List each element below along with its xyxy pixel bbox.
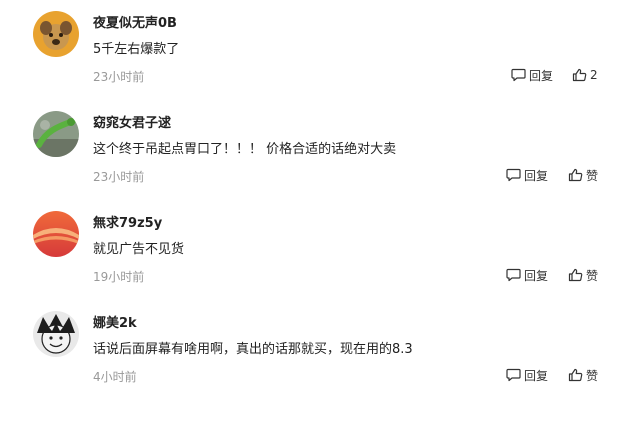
- timestamp: 23小时前: [93, 70, 145, 84]
- comment-item: 夜夏似无声0B 5千左右爆款了 23小时前 回复 2: [0, 2, 641, 102]
- reply-button[interactable]: 回复: [506, 266, 548, 284]
- reply-button[interactable]: 回复: [506, 366, 548, 384]
- like-button[interactable]: 赞: [568, 366, 598, 384]
- reply-label: 回复: [524, 368, 549, 383]
- comment-item: 娜美2k 话说后面屏幕有啥用啊，真出的话那就买，现在用的8.3 4小时前 回复 …: [0, 302, 641, 402]
- thumbs-up-icon: [568, 268, 583, 282]
- comment-text: 就见广告不见货: [93, 242, 185, 257]
- username[interactable]: 娜美2k: [93, 312, 137, 331]
- like-label: 赞: [586, 168, 599, 183]
- like-label: 赞: [586, 368, 599, 383]
- like-button[interactable]: 赞: [568, 266, 598, 284]
- avatar[interactable]: [33, 111, 79, 157]
- comment-bubble-icon: [506, 168, 521, 182]
- comment-bubble-icon: [506, 268, 521, 282]
- reply-button[interactable]: 回复: [511, 66, 553, 84]
- like-button[interactable]: 2: [572, 66, 598, 84]
- like-label: 2: [590, 68, 598, 82]
- thumbs-up-icon: [568, 168, 583, 182]
- timestamp: 4小时前: [93, 370, 137, 384]
- timestamp: 19小时前: [93, 270, 145, 284]
- comment-list: 夜夏似无声0B 5千左右爆款了 23小时前 回复 2 窈窕女君子逑 这个终于吊起…: [0, 0, 641, 421]
- comment-text: 5千左右爆款了: [93, 42, 180, 57]
- like-label: 赞: [586, 268, 599, 283]
- thumbs-up-icon: [568, 368, 583, 382]
- comment-text: 这个终于吊起点胃口了！！！ 价格合适的话绝对大卖: [93, 142, 397, 157]
- avatar[interactable]: [33, 211, 79, 257]
- like-button[interactable]: 赞: [568, 166, 598, 184]
- timestamp: 23小时前: [93, 170, 145, 184]
- reply-label: 回复: [529, 68, 554, 83]
- thumbs-up-icon: [572, 68, 587, 82]
- username[interactable]: 窈窕女君子逑: [93, 112, 171, 131]
- comment-bubble-icon: [511, 68, 526, 82]
- reply-button[interactable]: 回复: [506, 166, 548, 184]
- reply-label: 回复: [524, 268, 549, 283]
- comment-text: 话说后面屏幕有啥用啊，真出的话那就买，现在用的8.3: [93, 342, 413, 357]
- username[interactable]: 無求79z5y: [93, 212, 162, 231]
- avatar[interactable]: [33, 11, 79, 57]
- comment-item: 無求79z5y 就见广告不见货 19小时前 回复 赞: [0, 202, 641, 302]
- username[interactable]: 夜夏似无声0B: [93, 12, 177, 31]
- comment-item: 窈窕女君子逑 这个终于吊起点胃口了！！！ 价格合适的话绝对大卖 23小时前 回复…: [0, 102, 641, 202]
- comment-bubble-icon: [506, 368, 521, 382]
- avatar[interactable]: [33, 311, 79, 357]
- reply-label: 回复: [524, 168, 549, 183]
